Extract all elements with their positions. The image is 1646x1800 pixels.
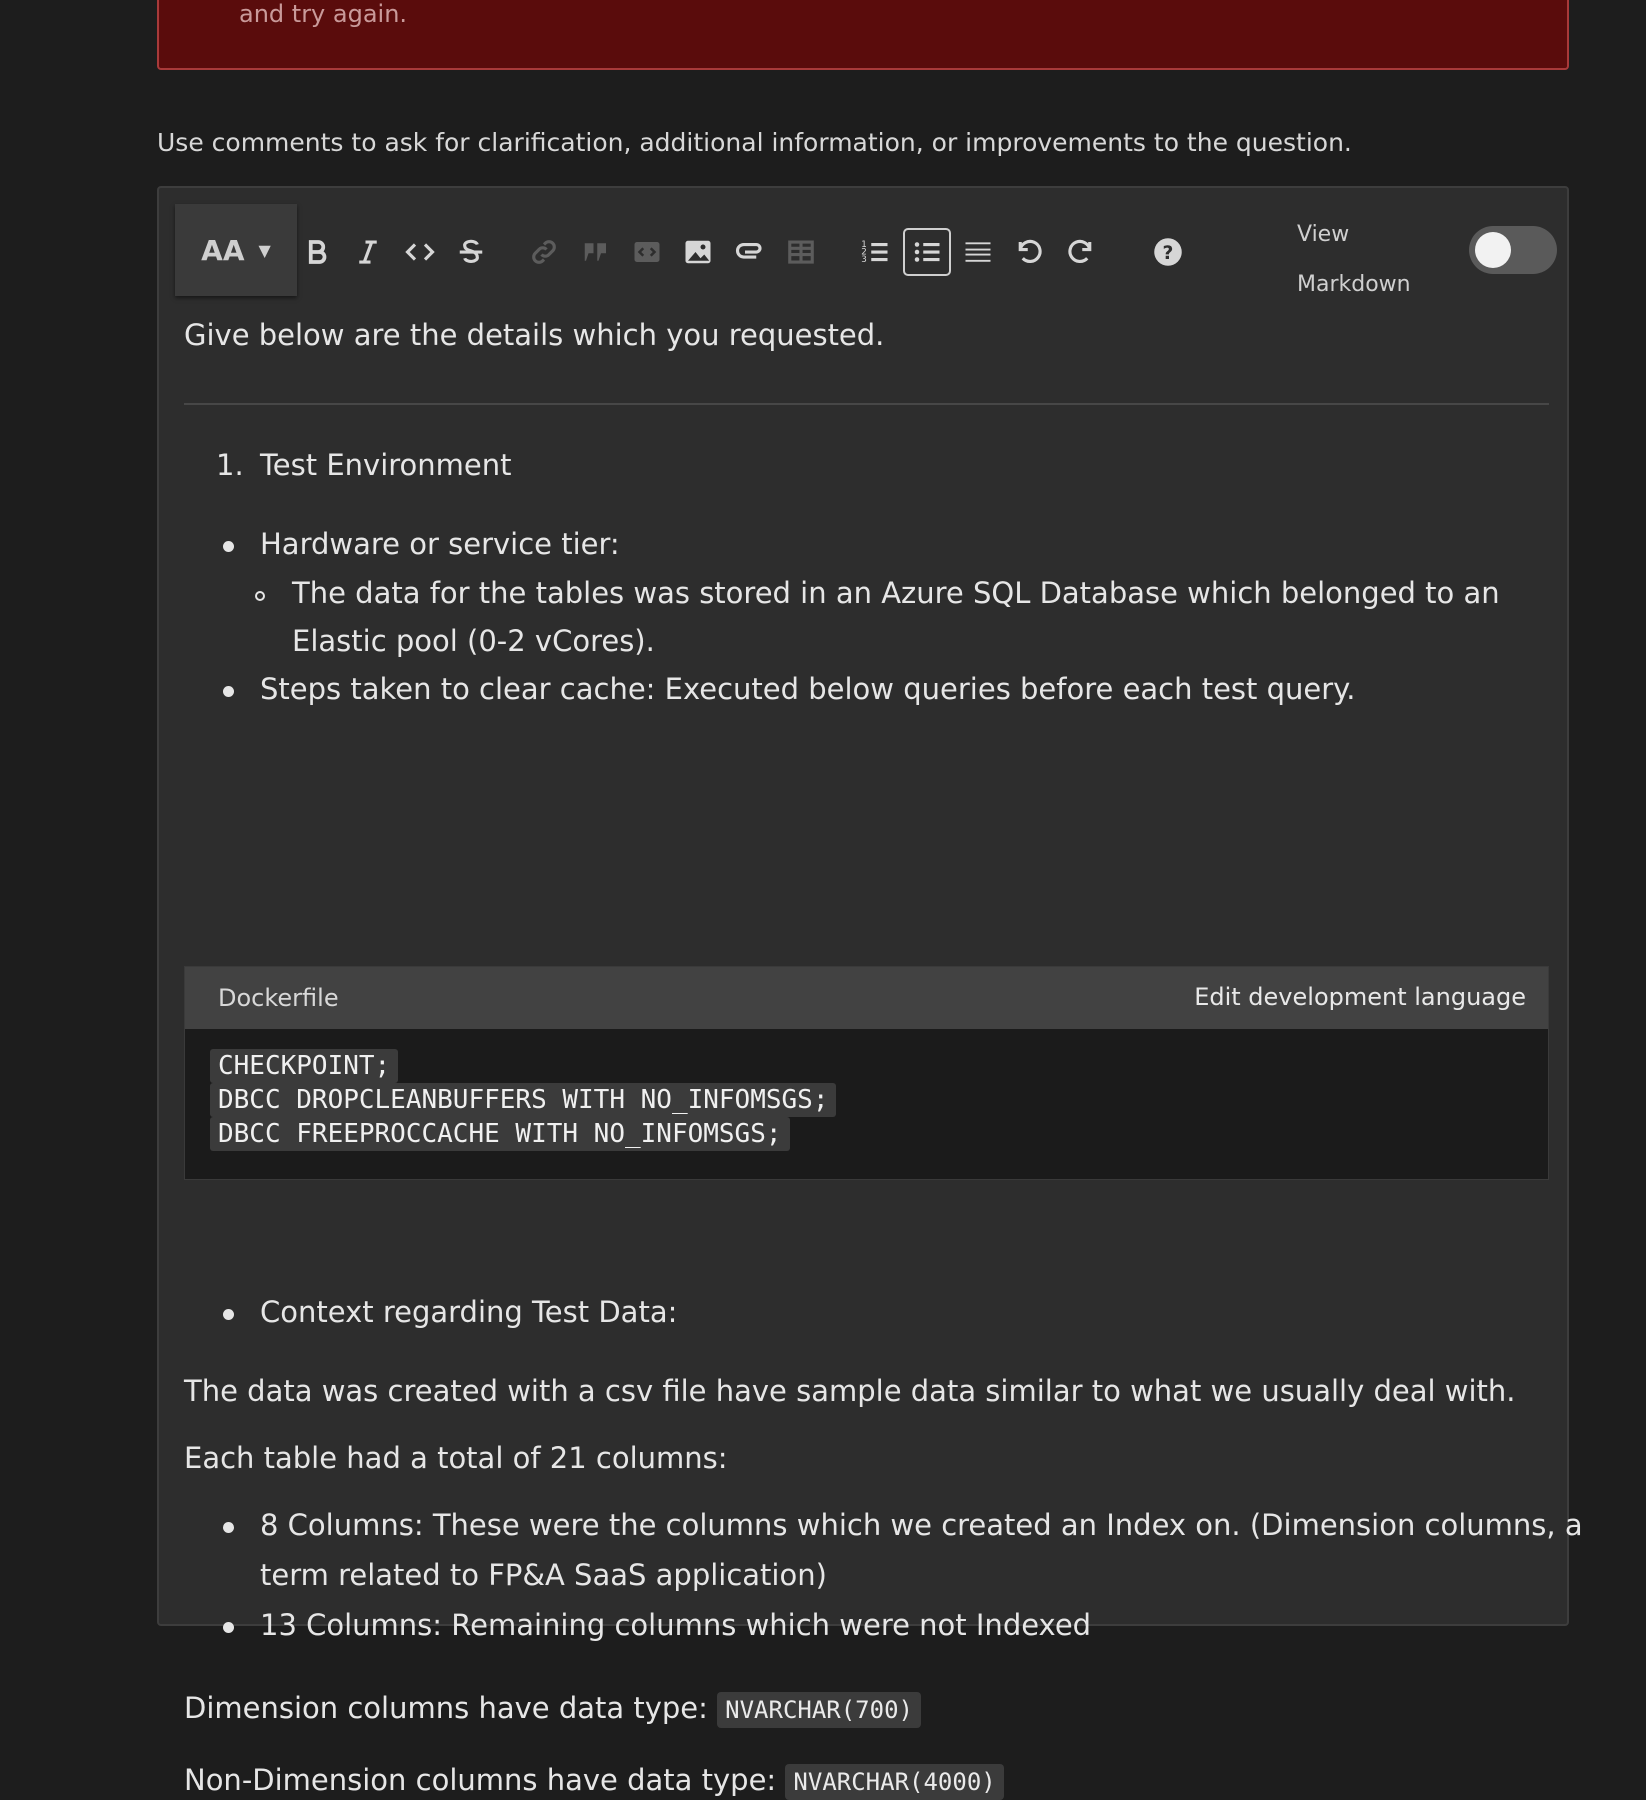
sub-list-item-line1: The data for the tables was stored in an… <box>292 576 1500 610</box>
sub-list-item-line2: Elastic pool (0-2 vCores). <box>292 624 655 658</box>
strikethrough-icon[interactable] <box>451 232 491 272</box>
bullet-marker <box>223 686 234 697</box>
dimension-type-text: Dimension columns have data type: <box>184 1691 718 1725</box>
font-size-button[interactable]: AA ▼ <box>175 204 297 296</box>
code-block-icon[interactable] <box>627 232 667 272</box>
ordered-list-icon[interactable]: 123 <box>855 232 895 272</box>
dimension-type-code: NVARCHAR(700) <box>717 1692 921 1728</box>
intro-paragraph: Give below are the details which you req… <box>184 318 885 352</box>
list-item: Hardware or service tier: <box>260 527 620 561</box>
comment-hint: Use comments to ask for clarification, a… <box>157 128 1352 157</box>
paragraph: Each table had a total of 21 columns: <box>184 1441 728 1475</box>
table-icon[interactable] <box>781 232 821 272</box>
non-dimension-type-code: NVARCHAR(4000) <box>785 1764 1004 1800</box>
non-dimension-type-paragraph: Non-Dimension columns have data type: NV… <box>184 1763 1004 1800</box>
code-block[interactable]: Dockerfile Edit development language CHE… <box>184 966 1549 1180</box>
list-item-line1: 8 Columns: These were the columns which … <box>260 1508 1583 1542</box>
chevron-down-icon: ▼ <box>258 240 271 260</box>
blockquote-icon[interactable] <box>576 232 616 272</box>
section-title: Test Environment <box>260 448 512 482</box>
code-line: DBCC DROPCLEANBUFFERS WITH NO_INFOMSGS; <box>210 1083 837 1117</box>
bullet-marker <box>223 1522 234 1533</box>
error-banner: and try again. <box>157 0 1569 70</box>
list-item: Context regarding Test Data: <box>260 1295 678 1329</box>
horizontal-rule <box>184 403 1549 405</box>
code-block-header: Dockerfile Edit development language <box>185 967 1548 1029</box>
image-icon[interactable] <box>678 232 718 272</box>
list-item: 13 Columns: Remaining columns which were… <box>260 1608 1092 1642</box>
edit-language-link[interactable]: Edit development language <box>1194 983 1526 1011</box>
link-icon[interactable] <box>524 232 564 272</box>
markdown-toggle[interactable] <box>1469 226 1557 274</box>
markdown-label: Markdown <box>1297 272 1411 297</box>
code-line: DBCC FREEPROCCACHE WITH NO_INFOMSGS; <box>210 1117 790 1151</box>
code-language: Dockerfile <box>218 984 339 1012</box>
dimension-type-paragraph: Dimension columns have data type: NVARCH… <box>184 1691 921 1728</box>
list-number: 1. <box>216 448 244 482</box>
list-item: Steps taken to clear cache: Executed bel… <box>260 672 1356 706</box>
bullet-marker <box>223 541 234 552</box>
font-size-label: AA <box>201 233 245 267</box>
view-markdown-label: View Markdown <box>1297 210 1411 310</box>
horizontal-rule-icon[interactable] <box>958 232 998 272</box>
redo-icon[interactable] <box>1061 232 1101 272</box>
list-item-line2: term related to FP&A SaaS application) <box>260 1558 827 1592</box>
attachment-icon[interactable] <box>730 232 770 272</box>
bullet-marker <box>223 1309 234 1320</box>
svg-text:?: ? <box>1163 243 1174 264</box>
view-label: View <box>1297 222 1350 247</box>
sub-bullet-marker <box>255 591 265 601</box>
help-icon[interactable]: ? <box>1148 232 1188 272</box>
bullet-marker <box>223 1622 234 1633</box>
editor-toolbar: AA ▼ 1 2 3 ? View Markdown <box>159 188 1567 308</box>
undo-icon[interactable] <box>1009 232 1049 272</box>
bold-icon[interactable] <box>297 232 337 272</box>
error-text: and try again. <box>239 0 408 28</box>
code-icon[interactable] <box>400 232 440 272</box>
italic-icon[interactable] <box>348 232 388 272</box>
toggle-knob <box>1475 232 1511 268</box>
code-line: CHECKPOINT; <box>210 1049 399 1083</box>
paragraph: The data was created with a csv file hav… <box>184 1374 1516 1408</box>
svg-text:3: 3 <box>861 255 867 265</box>
bullet-list-icon[interactable] <box>903 228 951 276</box>
non-dimension-type-text: Non-Dimension columns have data type: <box>184 1763 786 1797</box>
rich-text-editor[interactable]: AA ▼ 1 2 3 ? View Markdown Give below ar… <box>157 186 1583 1800</box>
